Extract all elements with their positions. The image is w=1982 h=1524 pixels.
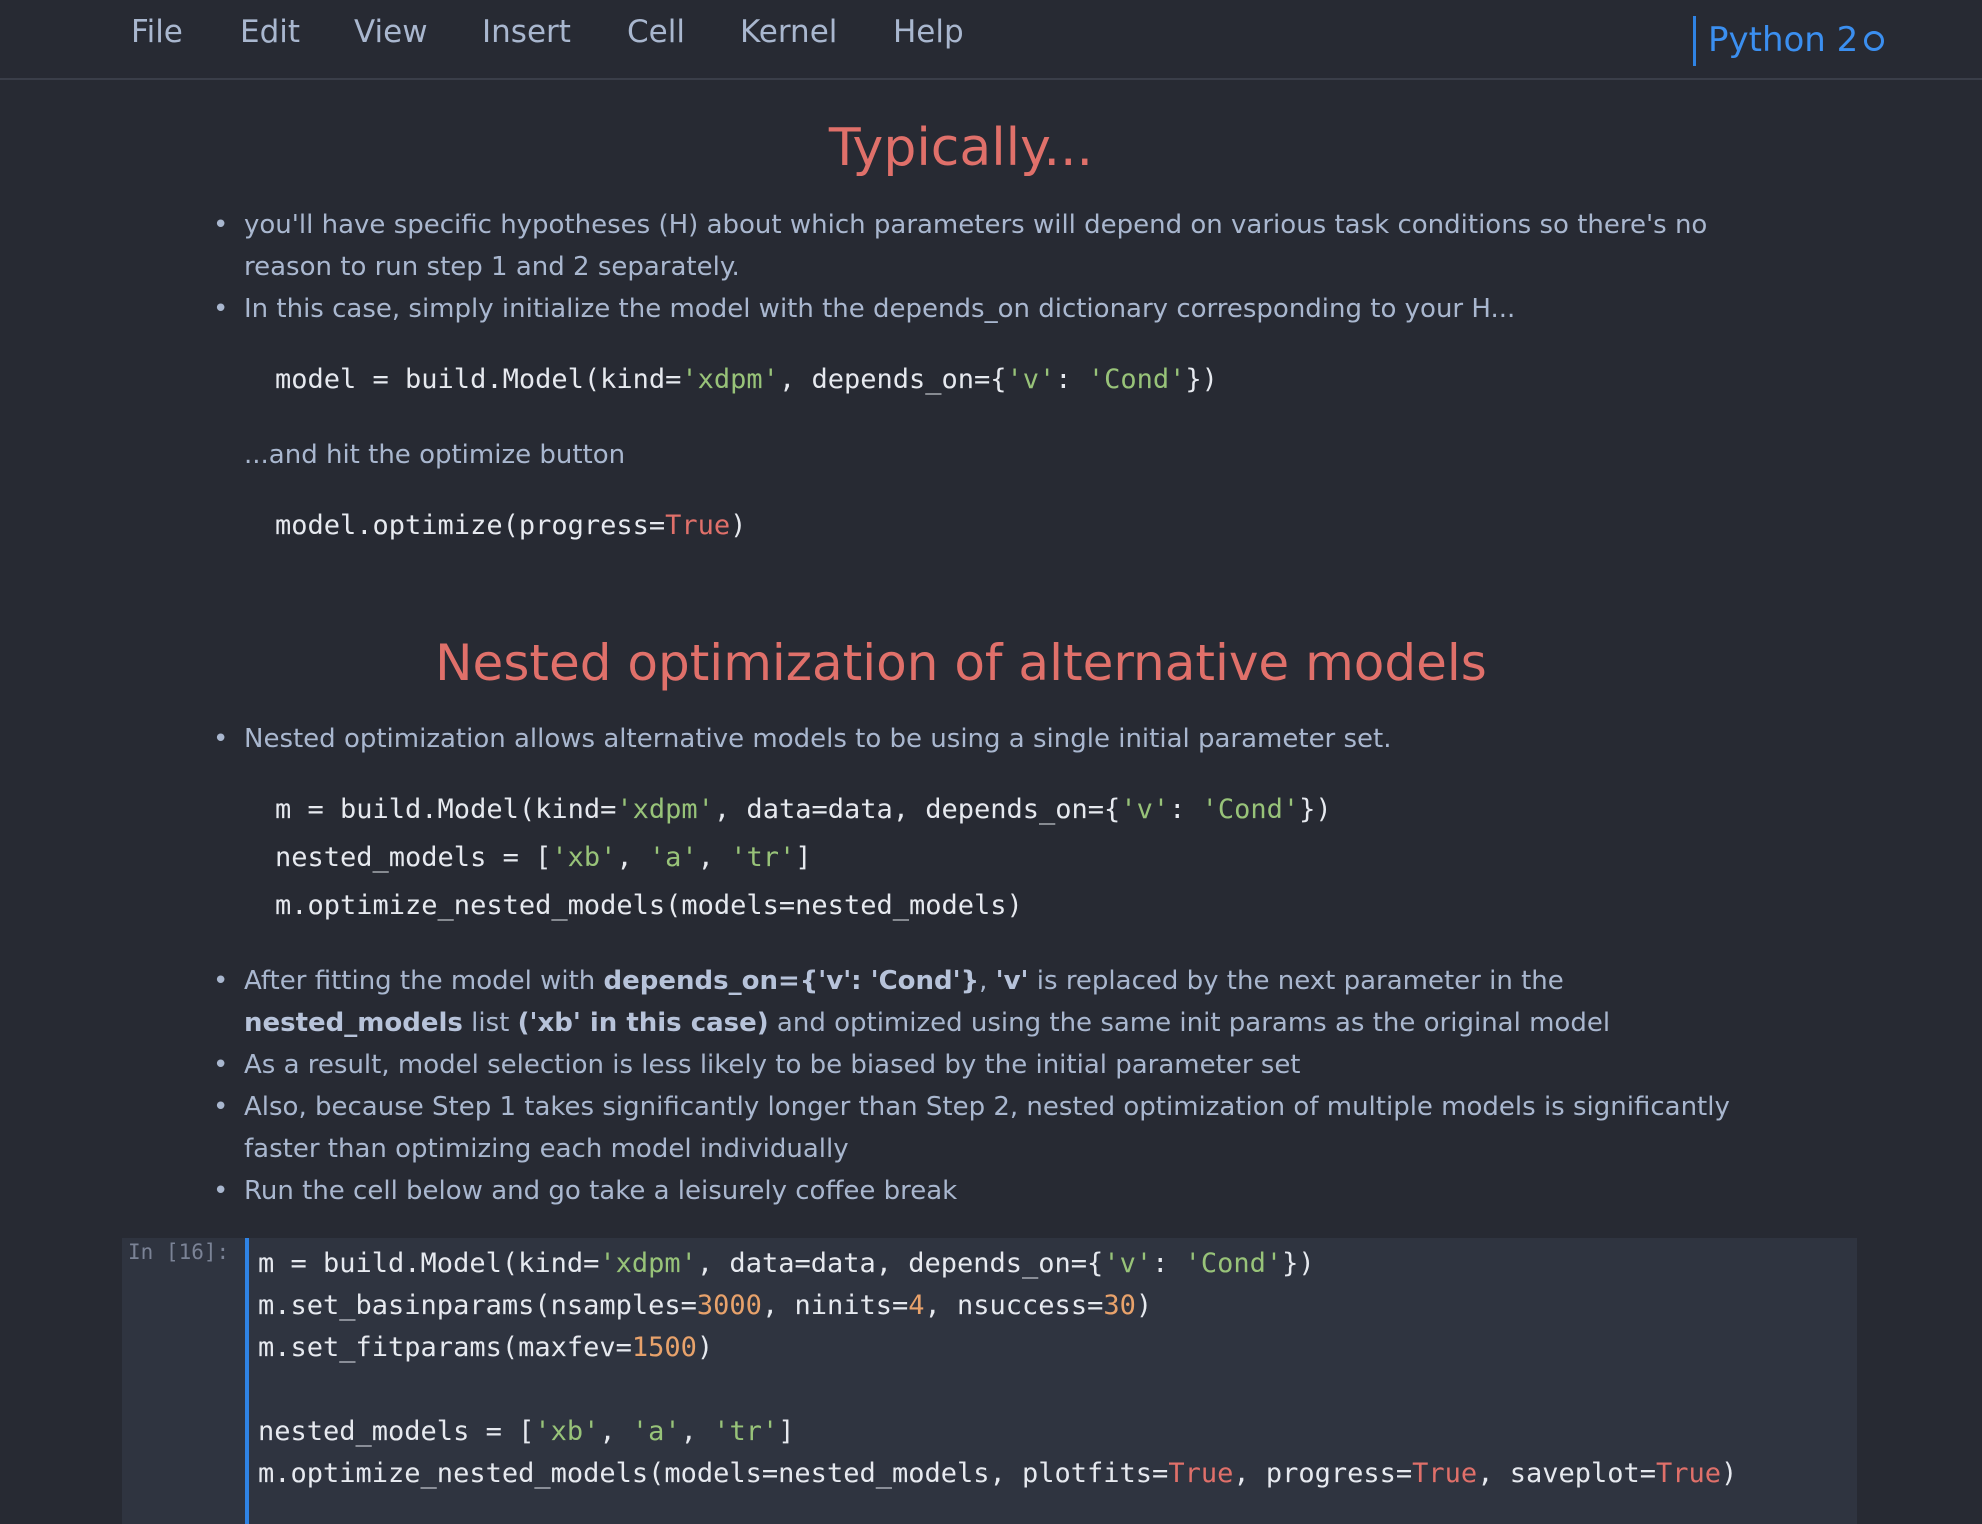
- bullet-list-typically: you'll have specific hypotheses (H) abou…: [213, 204, 1753, 330]
- kernel-idle-icon: [1864, 31, 1884, 51]
- menu-cell[interactable]: Cell: [627, 14, 685, 50]
- bullet-list-nested-intro: Nested optimization allows alternative m…: [213, 718, 1753, 760]
- list-item: In this case, simply initialize the mode…: [213, 288, 1753, 330]
- list-item: As a result, model selection is less lik…: [213, 1044, 1753, 1086]
- menu-file[interactable]: File: [131, 14, 183, 50]
- kernel-name[interactable]: Python 2: [1708, 20, 1858, 60]
- menu-view[interactable]: View: [354, 14, 428, 50]
- list-item: After fitting the model with depends_on=…: [213, 960, 1753, 1044]
- list-item: you'll have specific hypotheses (H) abou…: [213, 204, 1753, 288]
- cell-selection-bar: [245, 1238, 249, 1524]
- code-optimize: model.optimize(progress=True): [275, 510, 747, 541]
- code-build-model: model = build.Model(kind='xdpm', depends…: [275, 364, 1218, 395]
- heading-nested-optimization: Nested optimization of alternative model…: [435, 634, 1487, 692]
- list-item: Nested optimization allows alternative m…: [213, 718, 1753, 760]
- optimize-hint-text: ...and hit the optimize button: [244, 440, 626, 470]
- list-item: Run the cell below and go take a leisure…: [213, 1170, 1753, 1212]
- menu-bar: File Edit View Insert Cell Kernel Help P…: [0, 0, 1982, 80]
- kernel-divider: [1693, 16, 1696, 66]
- menu-insert[interactable]: Insert: [482, 14, 571, 50]
- cell-code-editor[interactable]: m = build.Model(kind='xdpm', data=data, …: [258, 1243, 1737, 1495]
- menu-help[interactable]: Help: [893, 14, 964, 50]
- list-item: Also, because Step 1 takes significantly…: [213, 1086, 1753, 1170]
- heading-typically: Typically...: [828, 118, 1094, 178]
- menu-kernel[interactable]: Kernel: [740, 14, 837, 50]
- menu-edit[interactable]: Edit: [240, 14, 300, 50]
- code-nested-example: m = build.Model(kind='xdpm', data=data, …: [275, 794, 1332, 921]
- bullet-list-nested-details: After fitting the model with depends_on=…: [213, 960, 1753, 1212]
- cell-prompt: In [16]:: [128, 1240, 230, 1264]
